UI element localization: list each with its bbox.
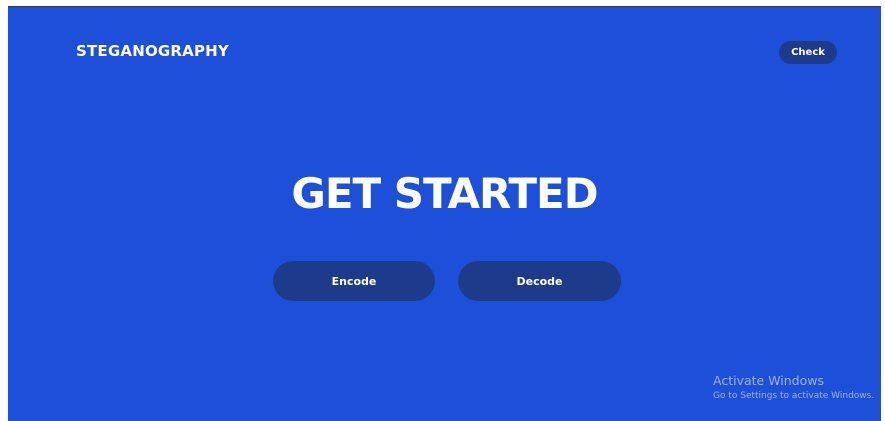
brand-logo[interactable]: STEGANOGRAPHY	[76, 42, 229, 60]
page-title: GET STARTED	[291, 169, 598, 218]
encode-button[interactable]: Encode	[273, 261, 435, 301]
app-window: STEGANOGRAPHY Check GET STARTED Encode D…	[8, 6, 881, 421]
activation-watermark: Activate Windows Go to Settings to activ…	[713, 373, 874, 401]
watermark-title: Activate Windows	[713, 373, 824, 388]
check-button[interactable]: Check	[779, 41, 837, 64]
watermark-subtitle: Go to Settings to activate Windows.	[713, 391, 875, 401]
decode-button[interactable]: Decode	[458, 261, 621, 301]
